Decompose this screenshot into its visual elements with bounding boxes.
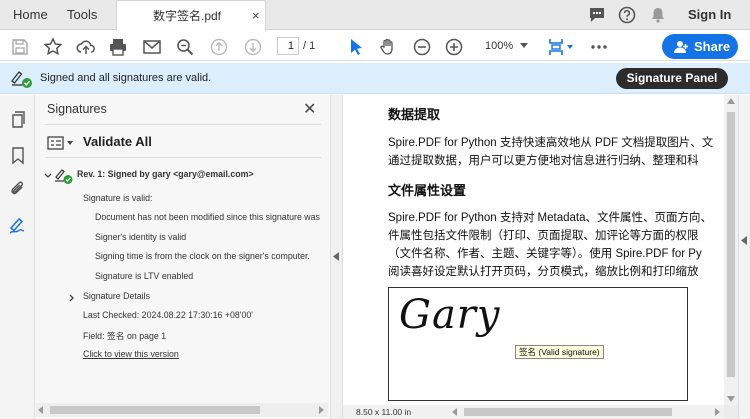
close-pane-icon[interactable]: ✕ — [303, 99, 316, 119]
more-options-icon[interactable] — [588, 36, 610, 58]
section-heading-extraction: 数据提取 — [388, 107, 441, 122]
signature-tooltip: 签名 (Valid signature) — [515, 345, 604, 359]
page-layout-icon[interactable] — [546, 36, 576, 58]
signatures-pane: Signatures ✕ Validate All Rev. 1: Signed… — [35, 95, 331, 419]
share-button[interactable]: Share — [662, 34, 738, 59]
signatures-pane-title: Signatures — [47, 102, 107, 116]
zoom-in-icon[interactable] — [443, 36, 465, 58]
signature-valid-heading: Signature is valid: — [83, 193, 153, 203]
upload-cloud-icon[interactable] — [75, 36, 97, 58]
scroll-right-icon[interactable] — [318, 406, 324, 414]
paragraph-line: 通过提取数据，用户可以更方便地对信息进行归纳、整理和科 — [388, 155, 699, 167]
save-icon[interactable] — [9, 36, 31, 58]
bookmark-star-icon[interactable] — [42, 36, 64, 58]
hand-tool-icon[interactable] — [377, 36, 399, 58]
scroll-left-icon[interactable] — [452, 408, 458, 416]
check-signing-time: Signing time is from the clock on the si… — [95, 251, 310, 261]
zoom-level-dropdown[interactable]: 100% — [476, 37, 534, 55]
page-size-label: 8.50 x 11.00 in — [356, 407, 412, 417]
validate-menu-icon[interactable] — [47, 135, 77, 151]
tab-document-label: 数字签名.pdf — [153, 9, 222, 23]
left-rail — [0, 95, 35, 419]
signature-field: Field: 签名 on page 1 — [83, 331, 167, 341]
check-ltv: Signature is LTV enabled — [95, 271, 194, 281]
pdf-page: 数据提取 Spire.PDF for Python 支持快速高效地从 PDF 文… — [343, 95, 724, 405]
pages-thumbnail-icon[interactable] — [8, 109, 28, 129]
sign-in-button[interactable]: Sign In — [688, 0, 731, 30]
toolbar: 1 / 1 100% Share — [0, 31, 750, 61]
tab-home[interactable]: Home — [13, 0, 48, 30]
handwritten-signature: Gary — [399, 292, 501, 338]
paragraph-line: 阅读喜好设定默认打开页码，分页模式，缩放比例和打印缩放 — [388, 266, 699, 278]
help-icon[interactable] — [617, 5, 637, 25]
notification-bell-icon[interactable] — [648, 5, 668, 25]
collapse-pane-icon[interactable] — [333, 252, 340, 261]
previous-page-icon[interactable] — [208, 36, 230, 58]
validate-all-button[interactable]: Validate All — [83, 134, 152, 149]
last-checked: Last Checked: 2024.08.22 17:30:16 +08'00… — [83, 310, 253, 320]
paragraph-line: （文件名称、作者、主题、关键字等）。使用 Spire.PDF for Py — [388, 248, 702, 260]
right-panel-strip — [738, 95, 750, 419]
valid-signature-pen-icon — [11, 71, 32, 88]
tab-document[interactable]: 数字签名.pdf × — [116, 0, 266, 31]
zoom-level-value: 100% — [485, 40, 514, 52]
tab-close-icon[interactable]: × — [252, 1, 260, 31]
scroll-down-icon[interactable] — [727, 396, 735, 402]
signature-details-toggle[interactable]: Signature Details — [83, 291, 150, 301]
section-heading-properties: 文件属性设置 — [388, 183, 467, 198]
tab-bar — [0, 0, 750, 30]
pane-scroll-thumb[interactable] — [50, 406, 260, 414]
paragraph-line: Spire.PDF for Python 支持对 Metadata、文件属性、页… — [388, 212, 712, 224]
check-unmodified: Document has not been modified since thi… — [95, 212, 320, 222]
signature-pen-icon[interactable] — [8, 215, 28, 235]
tab-tools[interactable]: Tools — [67, 0, 97, 30]
zoom-out-icon[interactable] — [411, 36, 433, 58]
chevron-down-icon — [520, 43, 528, 48]
expand-right-panel-icon[interactable] — [741, 236, 747, 245]
view-version-link[interactable]: Click to view this version — [83, 349, 179, 359]
divider — [45, 157, 321, 158]
share-user-icon — [674, 41, 688, 53]
comment-icon[interactable] — [587, 5, 607, 25]
page-total: / 1 — [303, 40, 316, 52]
scroll-right-icon[interactable] — [714, 408, 720, 416]
print-icon[interactable] — [107, 36, 129, 58]
share-label: Share — [694, 39, 731, 54]
email-icon[interactable] — [141, 36, 163, 58]
chevron-right-icon[interactable] — [68, 294, 76, 302]
signature-status-banner: Signed and all signatures are valid. Sig… — [0, 63, 750, 94]
scroll-up-icon[interactable] — [727, 98, 735, 104]
page-number-input[interactable]: 1 — [277, 37, 299, 55]
scroll-left-icon[interactable] — [38, 406, 44, 414]
zoom-search-icon[interactable] — [174, 36, 196, 58]
valid-signature-pen-icon — [55, 169, 73, 184]
signature-field-box[interactable]: Gary — [388, 287, 688, 401]
signature-revision[interactable]: Rev. 1: Signed by gary <gary@email.com> — [77, 169, 254, 179]
vertical-scroll-thumb[interactable] — [727, 112, 735, 377]
next-page-icon[interactable] — [242, 36, 264, 58]
signature-panel-button[interactable]: Signature Panel — [616, 68, 728, 89]
check-identity: Signer's identity is valid — [95, 232, 187, 242]
paragraph-line: Spire.PDF for Python 支持快速高效地从 PDF 文档提取图片… — [388, 137, 714, 149]
signature-status-message: Signed and all signatures are valid. — [40, 72, 212, 84]
divider — [45, 124, 321, 125]
attachment-paperclip-icon[interactable] — [8, 179, 28, 199]
horizontal-scroll-thumb[interactable] — [464, 408, 672, 416]
select-cursor-icon[interactable] — [345, 36, 367, 58]
chevron-down-icon[interactable] — [44, 172, 52, 180]
paragraph-line: 件属性包括文件限制（打印、页面提取、加评论等方面的权限 — [388, 230, 699, 242]
bookmark-icon[interactable] — [8, 145, 28, 165]
